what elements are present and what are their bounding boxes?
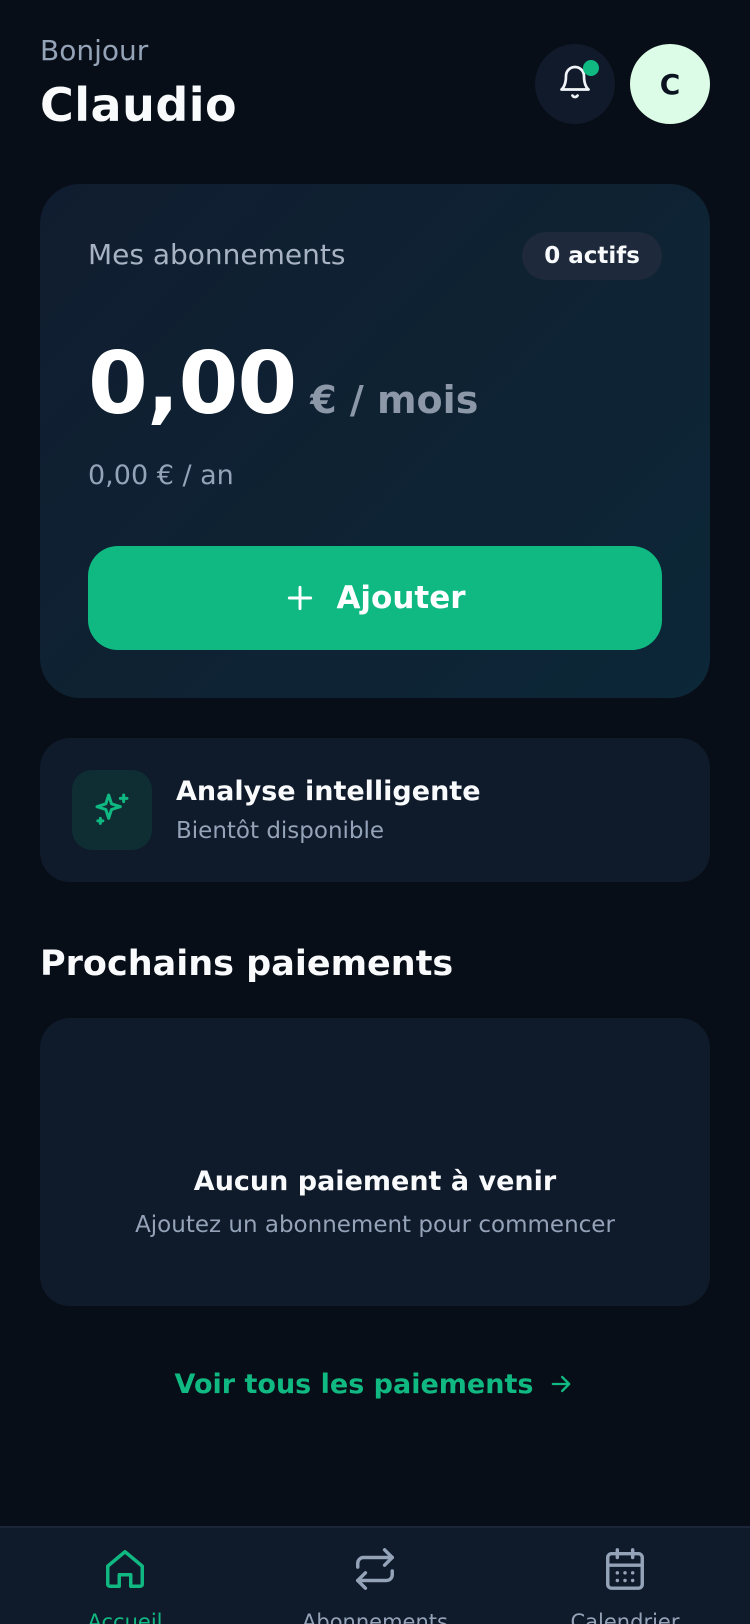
active-count-badge: 0 actifs: [522, 232, 662, 280]
nav-item-home[interactable]: Accueil: [0, 1528, 250, 1624]
smart-analysis-subtitle: Bientôt disponible: [176, 818, 385, 844]
nav-item-calendar[interactable]: Calendrier: [500, 1528, 750, 1624]
subscriptions-summary-card: Mes abonnements 0 actifs 0,00 € / mois 0…: [40, 184, 710, 698]
monthly-unit: € / mois: [310, 378, 479, 422]
upcoming-payments-empty-state: Aucun paiement à venir Ajoutez un abonne…: [40, 1018, 710, 1306]
bottom-navigation: Accueil Abonnements Calendrier: [0, 1526, 750, 1624]
avatar[interactable]: C: [630, 44, 710, 124]
see-all-payments-label: Voir tous les paiements: [174, 1368, 534, 1400]
smart-analysis-card[interactable]: Analyse intelligente Bientôt disponible: [40, 738, 710, 882]
subscriptions-card-title: Mes abonnements: [88, 238, 346, 271]
sparkles-icon: [72, 770, 152, 850]
home-screen: Bonjour Claudio C Mes abonnements 0 acti…: [0, 0, 750, 1624]
notifications-button[interactable]: [535, 44, 615, 124]
nav-item-subscriptions[interactable]: Abonnements: [250, 1528, 500, 1624]
empty-state-title: Aucun paiement à venir: [193, 1166, 557, 1197]
monthly-amount: 0,00: [88, 334, 297, 434]
monthly-total: 0,00 € / mois: [88, 334, 478, 434]
add-button-label: Ajouter: [336, 580, 466, 616]
user-name: Claudio: [40, 78, 238, 132]
greeting-text: Bonjour: [40, 34, 149, 67]
add-subscription-button[interactable]: Ajouter: [88, 546, 662, 650]
upcoming-payments-title: Prochains paiements: [40, 944, 454, 984]
see-all-payments-link[interactable]: Voir tous les paiements: [0, 1362, 750, 1406]
smart-analysis-title: Analyse intelligente: [176, 776, 481, 807]
home-icon: [0, 1546, 250, 1592]
nav-label-home: Accueil: [87, 1610, 163, 1624]
calendar-icon: [500, 1546, 750, 1592]
header: Bonjour Claudio C: [40, 34, 710, 144]
arrow-right-icon: [547, 1370, 575, 1398]
repeat-icon: [250, 1546, 500, 1592]
yearly-total: 0,00 € / an: [88, 460, 234, 491]
plus-icon: [284, 582, 316, 614]
notification-dot: [583, 60, 599, 76]
nav-label-subscriptions: Abonnements: [302, 1610, 448, 1624]
empty-state-subtitle: Ajoutez un abonnement pour commencer: [135, 1212, 615, 1238]
nav-label-calendar: Calendrier: [570, 1610, 680, 1624]
